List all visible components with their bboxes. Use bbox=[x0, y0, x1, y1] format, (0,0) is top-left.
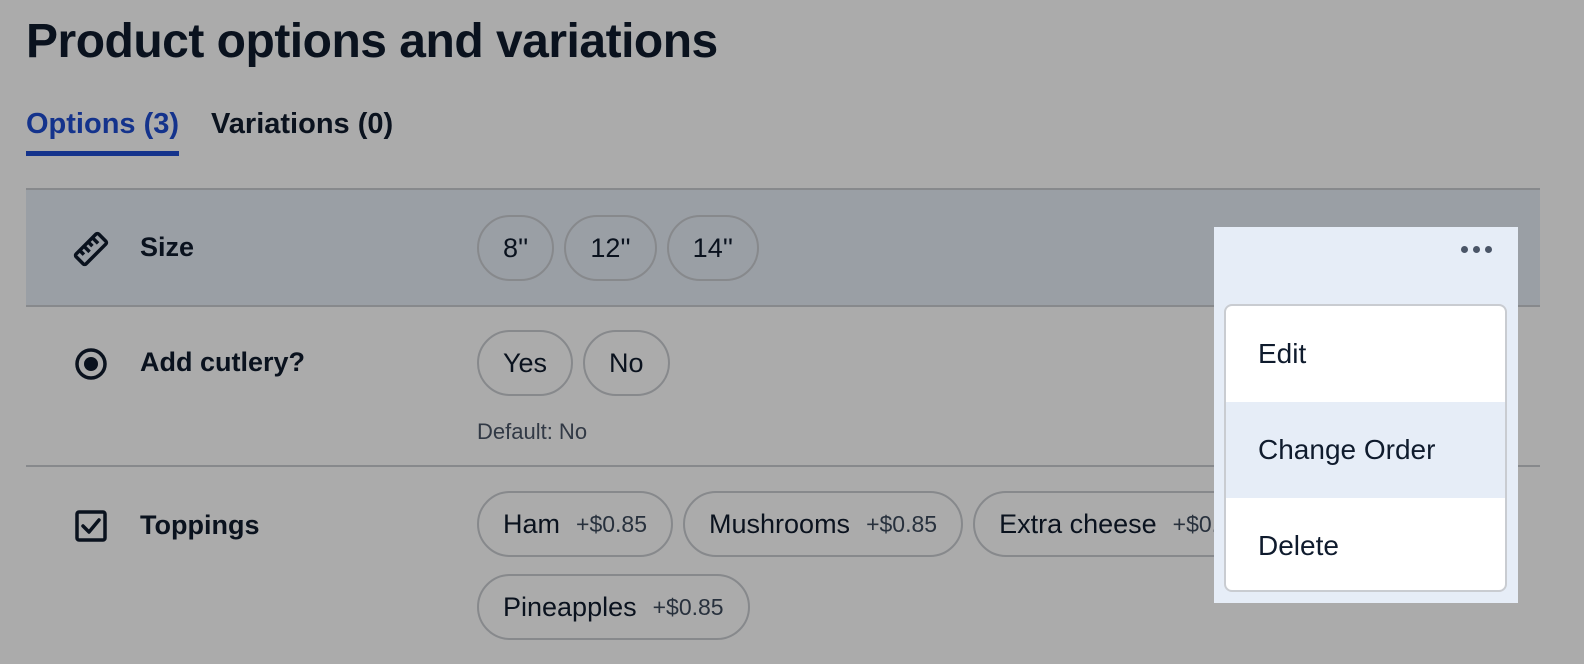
menu-item-edit[interactable]: Edit bbox=[1226, 306, 1505, 402]
actions-menu: Edit Change Order Delete bbox=[1224, 304, 1507, 592]
menu-item-change-order[interactable]: Change Order bbox=[1226, 402, 1505, 498]
more-horizontal-icon[interactable] bbox=[1456, 235, 1496, 263]
menu-item-delete[interactable]: Delete bbox=[1226, 498, 1505, 590]
row-actions-popover: Edit Change Order Delete bbox=[1214, 227, 1518, 603]
